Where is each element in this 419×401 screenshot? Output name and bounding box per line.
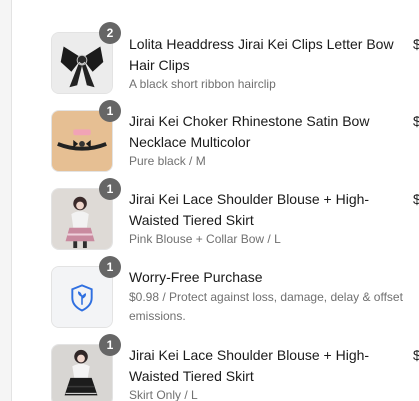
list-item: 1 Worry-Free Purchase $0.98 / Protect ag… [11,256,419,330]
product-variant: A black short ribbon hairclip [129,77,276,91]
order-summary-list: 2 Lolita Headdress Jirai Kei Clips Lette… [11,0,419,401]
protection-description: $0.98 / Protect against loss, damage, de… [129,290,403,323]
product-variant: Skirt Only / L [129,388,198,401]
quantity-badge: 1 [99,256,121,278]
product-title: Worry-Free Purchase [129,269,263,285]
product-price: $ [413,347,419,363]
product-title: Jirai Kei Lace Shoulder Blouse + High-Wa… [129,191,370,228]
product-price: $ [413,36,419,52]
list-item: 2 Lolita Headdress Jirai Kei Clips Lette… [11,22,419,96]
product-variant: Pure black / M [129,154,206,168]
product-variant: Pink Blouse + Collar Bow / L [129,232,281,246]
quantity-badge: 1 [99,100,121,122]
product-title: Jirai Kei Choker Rhinestone Satin Bow Ne… [129,113,370,150]
list-item: 1 Jirai Kei Lace Shoulder Blouse + High-… [11,334,419,401]
product-title: Lolita Headdress Jirai Kei Clips Letter … [129,36,394,73]
list-item: 1 Jirai Kei Lace Shoulder Blouse + High-… [11,178,419,252]
product-title: Jirai Kei Lace Shoulder Blouse + High-Wa… [129,347,370,384]
list-item: 1 Jirai Kei Choker Rhinestone Satin Bow … [11,100,419,174]
quantity-badge: 1 [99,334,121,356]
product-price: $ [413,113,419,129]
quantity-badge: 2 [99,22,121,44]
product-price: $ [413,191,419,207]
quantity-badge: 1 [99,178,121,200]
